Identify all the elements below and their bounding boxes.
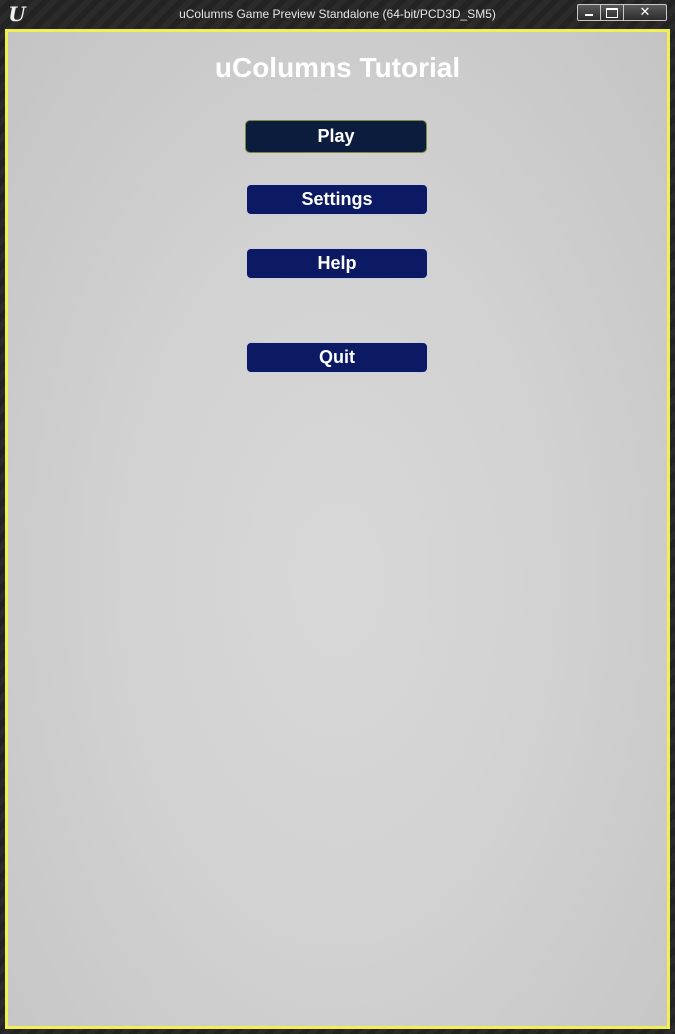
quit-button[interactable]: Quit xyxy=(246,342,428,373)
settings-button[interactable]: Settings xyxy=(246,184,428,215)
title-bar[interactable]: U uColumns Game Preview Standalone (64-b… xyxy=(0,0,675,28)
maximize-button[interactable] xyxy=(601,4,624,21)
window-title: uColumns Game Preview Standalone (64-bit… xyxy=(179,7,496,21)
close-icon: ✕ xyxy=(639,5,651,20)
minimize-button[interactable] xyxy=(577,4,601,21)
play-button[interactable]: Play xyxy=(245,120,427,153)
maximize-icon xyxy=(606,8,618,18)
game-viewport[interactable]: uColumns Tutorial Play Settings Help Qui… xyxy=(5,29,670,1029)
close-button[interactable]: ✕ xyxy=(624,4,667,21)
minimize-icon xyxy=(585,14,593,16)
window-controls: ✕ xyxy=(577,4,667,21)
game-preview-window: U uColumns Game Preview Standalone (64-b… xyxy=(0,0,675,1034)
game-title: uColumns Tutorial xyxy=(214,52,461,83)
help-button[interactable]: Help xyxy=(246,248,428,279)
